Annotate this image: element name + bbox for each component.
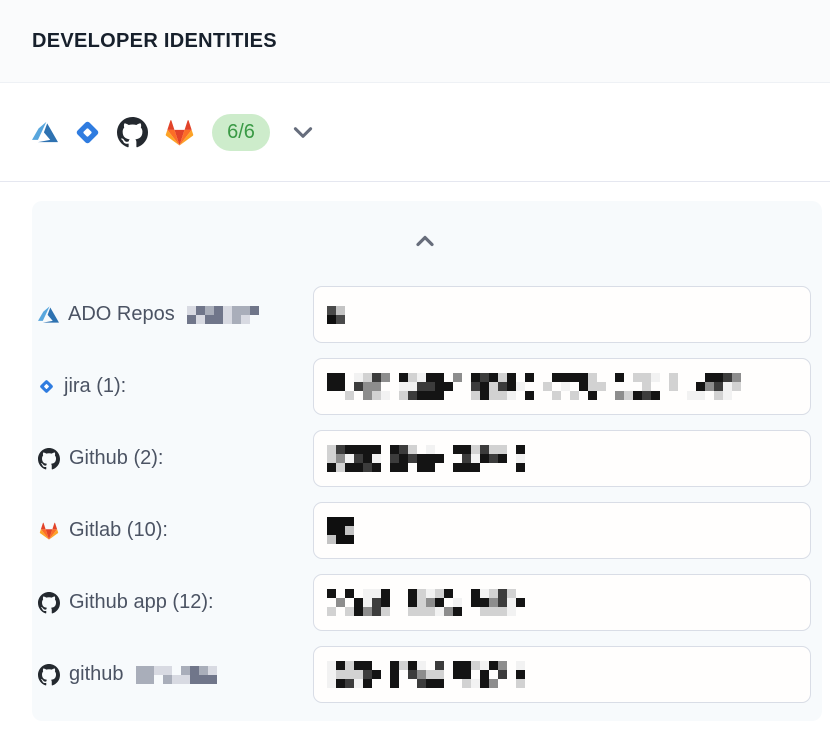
row-label: jira (1): (38, 375, 313, 398)
row-label: Gitlab (10): (38, 519, 313, 542)
identity-row-ado-repos: ADO Repos (38, 286, 811, 343)
identity-row-github-app: Github app (12): (38, 574, 811, 631)
gitlab-icon (38, 520, 60, 542)
redacted-value (327, 589, 525, 616)
collapse-button[interactable] (408, 229, 442, 253)
identity-label: ADO Repos (68, 303, 175, 326)
github-app-identity-input[interactable] (313, 574, 811, 631)
redacted-label-text (187, 306, 259, 324)
card-header: DEVELOPER IDENTITIES (0, 0, 830, 83)
identity-summary-bar: 6/6 (0, 83, 830, 182)
identity-label: jira (1): (64, 375, 126, 398)
azure-devops-icon (38, 304, 59, 325)
identity-label: Github app (12): (69, 591, 214, 614)
redacted-value (327, 661, 525, 688)
redacted-label-text (136, 666, 217, 684)
gitlab-icon (163, 116, 196, 149)
identity-label: Gitlab (10): (69, 519, 168, 542)
page-title: DEVELOPER IDENTITIES (32, 30, 277, 53)
row-label: Github app (12): (38, 591, 313, 614)
ado-repos-identity-input[interactable] (313, 286, 811, 343)
github-icon (117, 117, 148, 148)
developer-identities-card: DEVELOPER IDENTITIES 6/6 ADO Repos (0, 0, 830, 721)
redacted-value (327, 306, 345, 324)
chevron-down-icon[interactable] (290, 119, 316, 145)
identity-row-gitlab: Gitlab (10): (38, 502, 811, 559)
identity-label: github (69, 663, 124, 686)
identity-row-jira: jira (1): (38, 358, 811, 415)
github-icon (38, 664, 60, 686)
row-label: github (38, 663, 313, 686)
jira-icon (38, 378, 55, 395)
github-icon (38, 448, 60, 470)
azure-devops-icon (32, 119, 58, 145)
row-label: ADO Repos (38, 303, 313, 326)
redacted-value (327, 445, 525, 472)
identity-rows: ADO Repos jira (1): Git (38, 286, 811, 703)
identity-row-github-user: github (38, 646, 811, 703)
identity-count-badge: 6/6 (212, 114, 270, 151)
github-user-identity-input[interactable] (313, 646, 811, 703)
redacted-value (327, 373, 741, 400)
github-identity-input[interactable] (313, 430, 811, 487)
jira-identity-input[interactable] (313, 358, 811, 415)
gitlab-identity-input[interactable] (313, 502, 811, 559)
chevron-up-icon (412, 229, 438, 253)
identities-panel: ADO Repos jira (1): Git (32, 201, 822, 721)
row-label: Github (2): (38, 447, 313, 470)
jira-icon (73, 118, 102, 147)
identity-row-github: Github (2): (38, 430, 811, 487)
identity-label: Github (2): (69, 447, 163, 470)
github-icon (38, 592, 60, 614)
redacted-value (327, 517, 354, 544)
